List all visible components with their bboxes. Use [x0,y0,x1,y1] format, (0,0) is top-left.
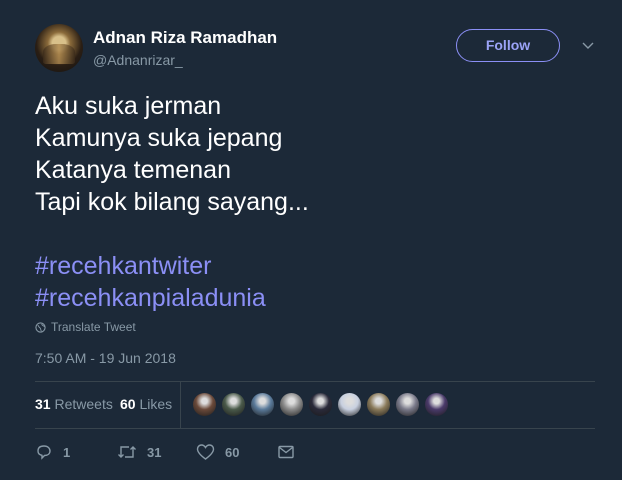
liker-avatar[interactable] [308,392,333,417]
hashtag-link[interactable]: #recehkantwiter [35,250,595,282]
liker-avatar[interactable] [192,392,217,417]
stats-separator [180,382,181,428]
tweet-line: Tapi kok bilang sayang... [35,188,309,216]
tweet-actions: 1 31 60 [35,440,595,464]
reply-button[interactable]: 1 [35,440,70,464]
divider [35,428,595,429]
likes-stat[interactable]: 60 Likes [120,396,172,412]
liker-avatar[interactable] [337,392,362,417]
tweet-text: Aku suka jerman Kamunya suka jepang Kata… [35,90,595,314]
retweet-button[interactable]: 31 [117,440,161,464]
user-display-name[interactable]: Adnan Riza Ramadhan [93,28,277,48]
heart-icon [196,444,215,460]
globe-icon [35,321,46,333]
user-handle[interactable]: @Adnanrizar_ [93,52,183,68]
reply-count: 1 [63,444,71,460]
tweet-timestamp[interactable]: 7:50 AM - 19 Jun 2018 [35,350,176,366]
liker-avatar[interactable] [221,392,246,417]
liker-avatar[interactable] [279,392,304,417]
retweet-count: 31 [147,444,162,460]
retweets-count: 31 [35,396,51,412]
translate-label: Translate Tweet [51,320,136,334]
reply-icon [37,445,51,460]
liker-avatar[interactable] [395,392,420,417]
like-count: 60 [225,444,240,460]
like-button[interactable]: 60 [196,440,239,464]
likes-count: 60 [120,396,136,412]
tweet-line: Aku suka jerman [35,92,222,120]
retweets-label: Retweets [54,396,113,412]
retweet-icon [118,446,136,458]
liker-avatar[interactable] [366,392,391,417]
envelope-icon [278,445,294,459]
follow-button[interactable]: Follow [456,29,560,62]
direct-message-button[interactable] [277,440,295,464]
hashtag-link[interactable]: #recehkanpialadunia [35,282,595,314]
user-avatar[interactable] [35,24,83,72]
translate-tweet-link[interactable]: Translate Tweet [35,320,136,334]
tweet-line: Katanya temenan [35,156,231,184]
likes-label: Likes [139,396,173,412]
liker-avatar[interactable] [424,392,449,417]
tweet-header: Adnan Riza Ramadhan @Adnanrizar_ Follow [35,24,605,74]
liker-avatar[interactable] [250,392,275,417]
tweet-line: Kamunya suka jepang [35,124,283,152]
tweet-stats: 31 Retweets 60 Likes [35,382,595,428]
chevron-down-icon[interactable] [581,38,595,52]
retweets-stat[interactable]: 31 Retweets [35,396,113,412]
